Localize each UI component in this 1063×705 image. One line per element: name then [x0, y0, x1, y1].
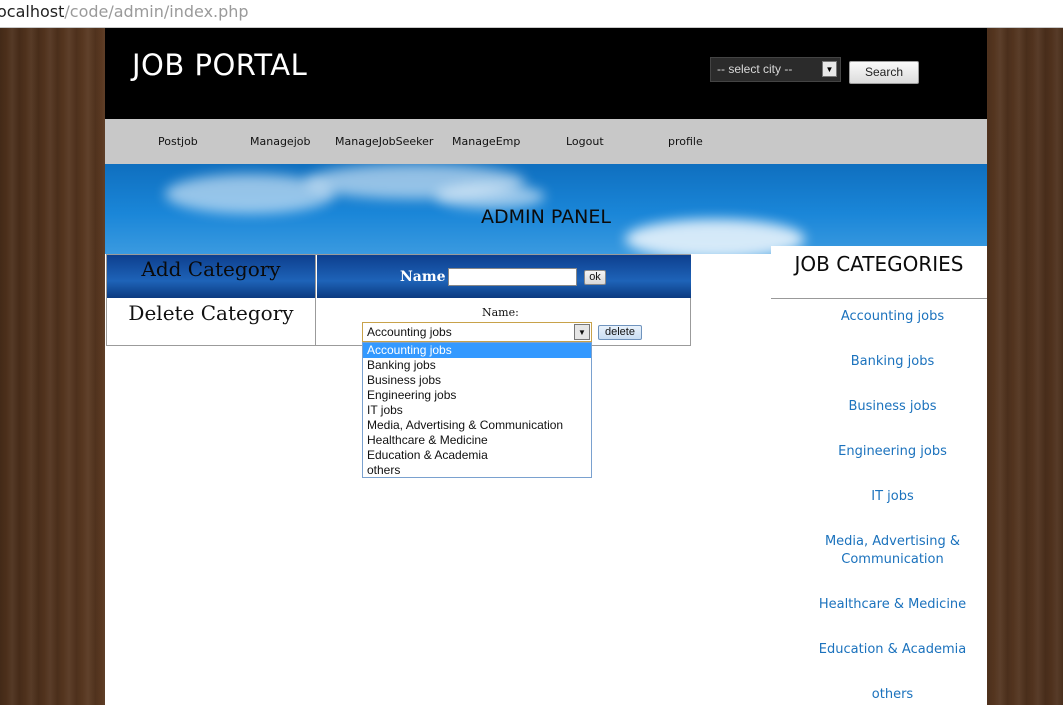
admin-banner: ADMIN PANEL	[105, 164, 987, 254]
nav-item-logout[interactable]: Logout	[566, 119, 604, 164]
city-select[interactable]: -- select city -- ▼	[710, 57, 841, 82]
dropdown-option[interactable]: Healthcare & Medicine	[363, 433, 591, 448]
url-host: ocalhost	[0, 2, 65, 21]
dropdown-option[interactable]: Education & Academia	[363, 448, 591, 463]
name-label: Name	[400, 269, 446, 285]
job-categories-sidebar: JOB CATEGORIES Accounting jobs Banking j…	[771, 246, 987, 705]
dropdown-option[interactable]: Business jobs	[363, 373, 591, 388]
sidebar-item-business[interactable]: Business jobs	[771, 398, 987, 416]
site-header: JOB PORTAL -- select city -- ▼ Search	[105, 28, 987, 119]
nav-item-managejob[interactable]: Managejob	[250, 119, 310, 164]
delete-category-heading: Delete Category	[128, 301, 294, 325]
dropdown-option[interactable]: Accounting jobs	[363, 343, 591, 358]
url-path: /code/admin/index.php	[64, 2, 249, 21]
category-name-input[interactable]	[448, 268, 577, 286]
sidebar-item-media-line1[interactable]: Media, Advertising &	[771, 533, 987, 551]
add-category-heading: Add Category	[107, 255, 315, 298]
nav-item-postjob[interactable]: Postjob	[158, 119, 198, 164]
ok-button[interactable]: ok	[584, 270, 606, 285]
sidebar-item-accounting[interactable]: Accounting jobs	[771, 308, 987, 326]
city-select-value: -- select city --	[717, 62, 793, 76]
nav-item-manageemp[interactable]: ManageEmp	[452, 119, 520, 164]
dropdown-option[interactable]: Banking jobs	[363, 358, 591, 373]
dropdown-option[interactable]: others	[363, 463, 591, 478]
sidebar-item-engineering[interactable]: Engineering jobs	[771, 443, 987, 461]
category-select[interactable]: Accounting jobs ▼	[362, 322, 592, 342]
sidebar-item-others[interactable]: others	[771, 686, 987, 704]
sidebar-item-media-line2[interactable]: Communication	[771, 551, 987, 569]
page-container: JOB PORTAL -- select city -- ▼ Search Po…	[105, 28, 987, 705]
sidebar-item-it[interactable]: IT jobs	[771, 488, 987, 506]
dropdown-option[interactable]: IT jobs	[363, 403, 591, 418]
address-bar[interactable]: ocalhost/code/admin/index.php	[0, 0, 1063, 28]
nav-item-managejobseeker[interactable]: ManageJobSeeker	[335, 119, 433, 164]
column-divider	[315, 255, 316, 345]
search-button[interactable]: Search	[849, 61, 919, 84]
nav-item-profile[interactable]: profile	[668, 119, 703, 164]
chevron-down-icon[interactable]: ▼	[822, 61, 837, 77]
site-logo[interactable]: JOB PORTAL	[132, 48, 307, 82]
add-category-form: Name ok	[317, 255, 691, 298]
dropdown-option[interactable]: Engineering jobs	[363, 388, 591, 403]
sidebar-title: JOB CATEGORIES	[794, 252, 964, 276]
dropdown-option[interactable]: Media, Advertising & Communication	[363, 418, 591, 433]
sidebar-item-education[interactable]: Education & Academia	[771, 641, 987, 659]
delete-button[interactable]: delete	[598, 325, 642, 340]
category-dropdown-list: Accounting jobs Banking jobs Business jo…	[362, 342, 592, 478]
delete-name-label: Name:	[482, 306, 519, 319]
sidebar-item-banking[interactable]: Banking jobs	[771, 353, 987, 371]
category-select-value: Accounting jobs	[367, 325, 452, 339]
sidebar-divider	[771, 298, 987, 299]
main-nav: Postjob Managejob ManageJobSeeker Manage…	[105, 119, 987, 164]
page-title: ADMIN PANEL	[481, 206, 611, 228]
chevron-down-icon[interactable]: ▼	[574, 324, 590, 340]
sidebar-item-healthcare[interactable]: Healthcare & Medicine	[771, 596, 987, 614]
